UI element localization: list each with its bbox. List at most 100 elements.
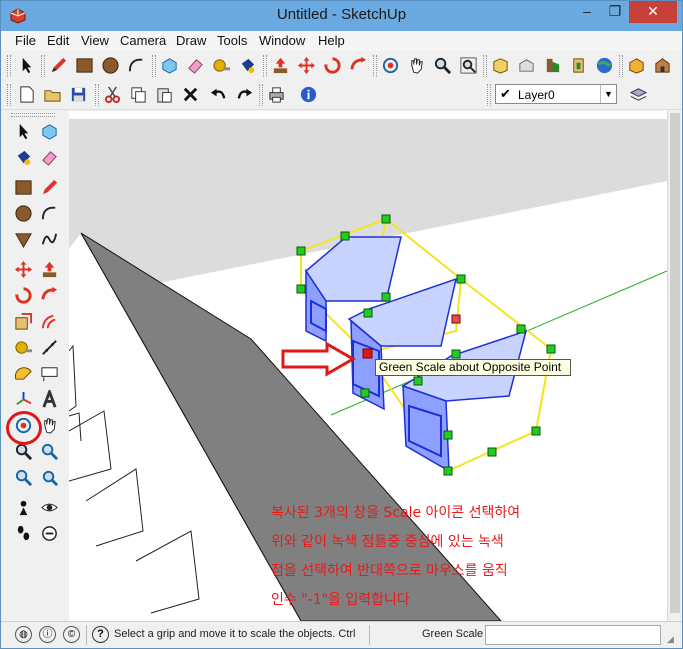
help-icon[interactable]: ? — [92, 626, 109, 643]
geo-location-icon[interactable]: ◍ — [15, 626, 32, 643]
section-plane-icon[interactable] — [37, 521, 61, 545]
menu-draw[interactable]: Draw — [176, 33, 206, 48]
toolbar-grip[interactable] — [41, 55, 45, 77]
toolbar-grip[interactable] — [263, 55, 267, 77]
google-earth-icon[interactable] — [593, 54, 616, 77]
layer-manager-icon[interactable] — [627, 83, 650, 106]
close-button[interactable]: ✕ — [629, 1, 677, 23]
menu-view[interactable]: View — [81, 33, 109, 48]
walk-icon[interactable] — [11, 521, 35, 545]
follow-me-icon[interactable] — [37, 283, 61, 307]
dimension-icon[interactable] — [37, 335, 61, 359]
copy-icon[interactable] — [127, 83, 150, 106]
menu-edit[interactable]: Edit — [47, 33, 69, 48]
push-pull-icon[interactable] — [37, 257, 61, 281]
zoom-icon[interactable] — [431, 54, 454, 77]
menu-window[interactable]: Window — [259, 33, 305, 48]
model-info-icon[interactable] — [297, 83, 320, 106]
protractor-icon[interactable] — [11, 361, 35, 385]
rectangle-icon[interactable] — [11, 175, 35, 199]
toolbar-grip[interactable] — [619, 55, 623, 77]
print-icon[interactable] — [265, 83, 288, 106]
freehand-icon[interactable] — [37, 227, 61, 251]
eraser-icon[interactable] — [184, 54, 207, 77]
zoom-extents-icon[interactable] — [37, 465, 61, 489]
paint-bucket-icon[interactable] — [236, 54, 259, 77]
rotate-icon[interactable] — [11, 283, 35, 307]
circle-icon[interactable] — [99, 54, 122, 77]
toolbar-grip[interactable] — [95, 84, 99, 106]
move-icon[interactable] — [11, 257, 35, 281]
delete-icon[interactable] — [179, 83, 202, 106]
look-around-icon[interactable] — [37, 495, 61, 519]
save-icon[interactable] — [67, 83, 90, 106]
copyright-icon[interactable]: © — [63, 626, 80, 643]
center-grip[interactable] — [451, 314, 461, 324]
paint-bucket-icon[interactable] — [11, 145, 35, 169]
offset-icon[interactable] — [37, 309, 61, 333]
3d-text-icon[interactable] — [37, 387, 61, 411]
select-icon[interactable] — [15, 54, 38, 77]
redo-icon[interactable] — [233, 83, 256, 106]
tape-measure-icon[interactable] — [11, 335, 35, 359]
paste-icon[interactable] — [153, 83, 176, 106]
toolbar-grip[interactable] — [259, 84, 263, 106]
minimize-button[interactable]: – — [573, 1, 601, 23]
get-models-icon[interactable] — [489, 54, 512, 77]
follow-me-icon[interactable] — [347, 54, 370, 77]
text-icon[interactable] — [37, 361, 61, 385]
menu-file[interactable]: File — [15, 33, 36, 48]
push-pull-icon[interactable] — [269, 54, 292, 77]
eraser-icon[interactable] — [37, 145, 61, 169]
share-model-icon[interactable] — [515, 54, 538, 77]
arc-icon[interactable] — [37, 201, 61, 225]
toolbar-grip[interactable] — [11, 113, 55, 117]
make-component-icon[interactable] — [158, 54, 181, 77]
measurements-input[interactable] — [485, 625, 661, 645]
select-icon[interactable] — [11, 119, 35, 143]
chevron-down-icon[interactable]: ▼ — [600, 85, 616, 103]
move-icon[interactable] — [295, 54, 318, 77]
warehouse-icon[interactable] — [651, 54, 674, 77]
circle-icon[interactable] — [11, 201, 35, 225]
open-icon[interactable] — [41, 83, 64, 106]
model-viewport[interactable]: Green Scale about Opposite Point 복사된 3개의… — [69, 111, 667, 621]
undo-icon[interactable] — [207, 83, 230, 106]
rectangle-icon[interactable] — [73, 54, 96, 77]
orbit-icon[interactable] — [379, 54, 402, 77]
previous-view-icon[interactable] — [11, 465, 35, 489]
scale-icon[interactable] — [11, 309, 35, 333]
vertical-scrollbar[interactable] — [667, 111, 682, 621]
zoom-extents-icon[interactable] — [457, 54, 480, 77]
menu-camera[interactable]: Camera — [120, 33, 166, 48]
photo-textures-icon[interactable] — [625, 54, 648, 77]
components-icon[interactable] — [541, 54, 564, 77]
line-icon[interactable] — [37, 175, 61, 199]
layer-dropdown[interactable]: ✔ Layer0 ▼ — [495, 84, 617, 104]
zoom-window-icon[interactable] — [37, 439, 61, 463]
polygon-icon[interactable] — [11, 227, 35, 251]
pencil-icon[interactable] — [47, 54, 70, 77]
extension-icon[interactable] — [567, 54, 590, 77]
menu-tools[interactable]: Tools — [217, 33, 247, 48]
rotate-icon[interactable] — [321, 54, 344, 77]
toolbar-grip[interactable] — [152, 55, 156, 77]
new-icon[interactable] — [15, 83, 38, 106]
tape-measure-icon[interactable] — [210, 54, 233, 77]
position-camera-icon[interactable] — [11, 495, 35, 519]
toolbar-grip[interactable] — [487, 84, 491, 106]
toolbar-grip[interactable] — [373, 55, 377, 77]
maximize-button[interactable]: ❐ — [601, 1, 629, 23]
axes-icon[interactable] — [11, 387, 35, 411]
cut-icon[interactable] — [101, 83, 124, 106]
toolbar-grip[interactable] — [7, 55, 11, 77]
resize-grip-icon[interactable]: ◢ — [667, 634, 679, 646]
menu-help[interactable]: Help — [318, 33, 345, 48]
toolbar-grip[interactable] — [7, 84, 11, 106]
toolbar-grip[interactable] — [483, 55, 487, 77]
make-component-icon[interactable] — [37, 119, 61, 143]
credits-icon[interactable]: ⓘ — [39, 626, 56, 643]
scrollbar-thumb[interactable] — [670, 113, 680, 613]
arc-icon[interactable] — [125, 54, 148, 77]
pan-icon[interactable] — [405, 54, 428, 77]
